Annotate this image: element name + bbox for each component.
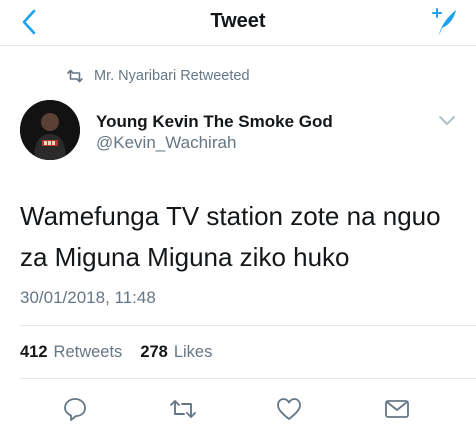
page-title: Tweet (210, 10, 266, 32)
tweet-stats: 412 Retweets 278 Likes (20, 343, 212, 362)
avatar[interactable] (20, 100, 80, 160)
avatar-image (20, 100, 80, 160)
reply-icon (64, 398, 86, 421)
nav-bar: Tweet (0, 0, 476, 46)
retweeted-by-label[interactable]: Mr. Nyaribari Retweeted (94, 68, 250, 84)
tweet-actions (0, 392, 476, 426)
likes-count[interactable]: 278 (140, 343, 168, 362)
author-block[interactable]: Young Kevin The Smoke God @Kevin_Wachira… (96, 112, 333, 154)
share-icon (385, 400, 409, 418)
author-handle[interactable]: @Kevin_Wachirah (96, 132, 333, 154)
chevron-down-icon (439, 116, 455, 125)
tweet-text-line: Wamefunga TV station zote na nguo (20, 201, 441, 231)
like-icon (277, 398, 301, 420)
tweet-timestamp: 30/01/2018, 11:48 (20, 288, 156, 307)
reply-button[interactable] (58, 392, 92, 426)
tweet-text-line: za Miguna Miguna ziko huko (20, 242, 350, 272)
retweet-button[interactable] (166, 392, 200, 426)
tweet-text: Wamefunga TV station zote na nguo za Mig… (20, 196, 460, 278)
compose-tweet-button[interactable] (426, 4, 462, 40)
retweet-icon (67, 69, 83, 83)
retweets-count[interactable]: 412 (20, 343, 48, 362)
divider (20, 378, 476, 379)
share-button[interactable] (380, 392, 414, 426)
likes-label[interactable]: Likes (174, 343, 213, 362)
compose-tweet-icon (432, 8, 456, 35)
retweet-icon (170, 400, 196, 418)
author-name[interactable]: Young Kevin The Smoke God (96, 112, 333, 132)
retweets-label[interactable]: Retweets (54, 343, 123, 362)
tweet-menu-button[interactable] (438, 114, 456, 128)
retweeted-by-row: Mr. Nyaribari Retweeted (66, 66, 250, 86)
like-button[interactable] (272, 392, 306, 426)
divider (20, 325, 476, 326)
